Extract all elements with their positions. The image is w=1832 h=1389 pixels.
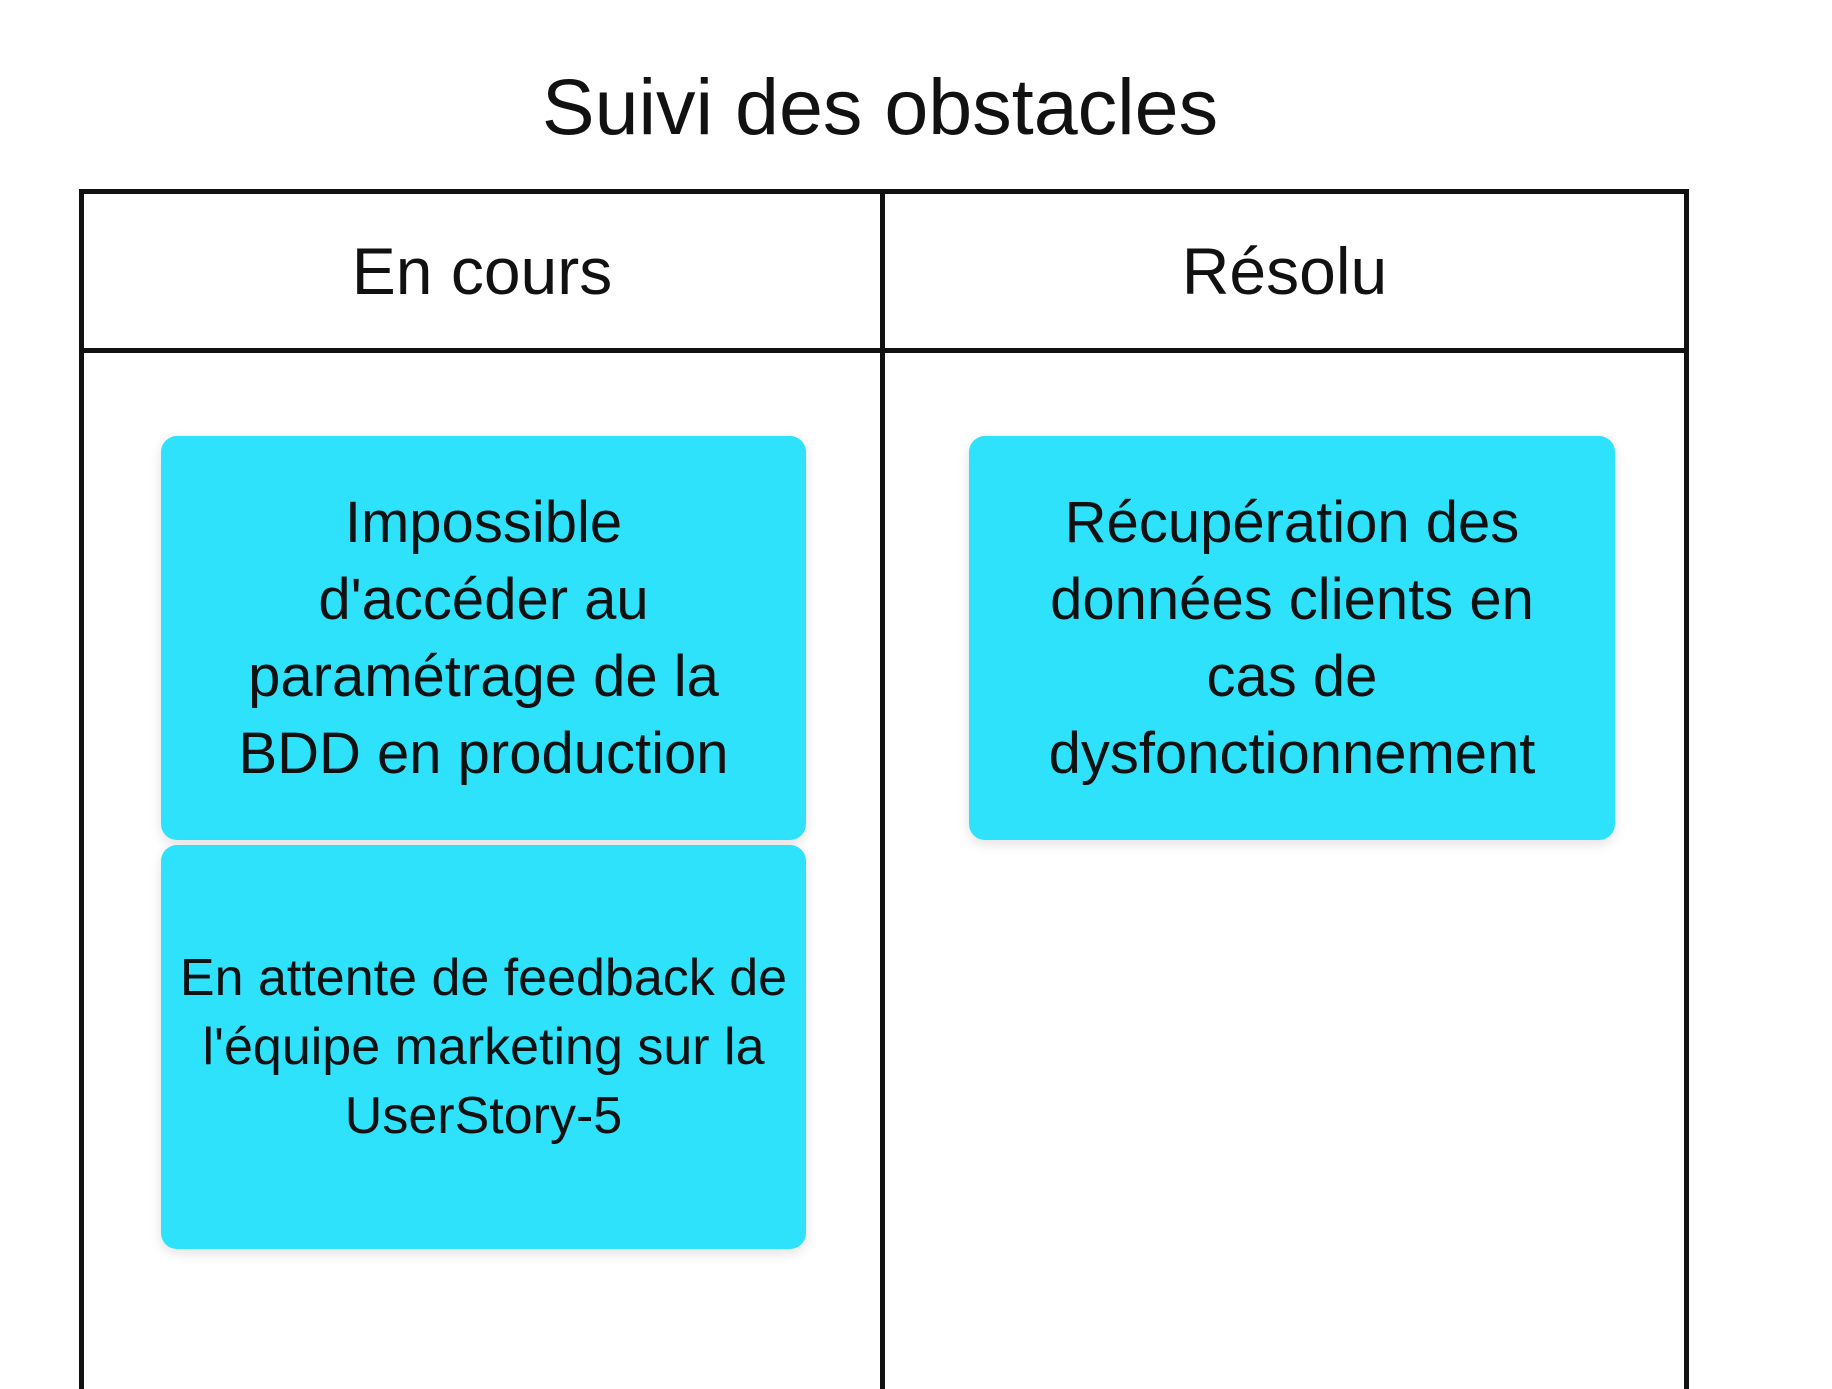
obstacle-card-data-recovery[interactable]: Récupération des données clients en cas … [969, 436, 1615, 840]
card-text: Récupération des données clients en cas … [1048, 490, 1536, 786]
column-header-resolu: Résolu [1181, 234, 1388, 308]
column-divider [880, 189, 885, 1389]
obstacle-card-bdd-access[interactable]: Impossible d'accéder au paramétrage de l… [161, 436, 806, 840]
page-title: Suivi des obstacles [541, 62, 1219, 151]
board-right-border [1684, 189, 1689, 1389]
board-left-border [79, 189, 84, 1389]
obstacle-card-marketing-feedback[interactable]: En attente de feedback de l'équipe marke… [161, 845, 806, 1249]
card-text: Impossible d'accéder au paramétrage de l… [238, 490, 729, 786]
card-text: En attente de feedback de l'équipe marke… [179, 948, 788, 1145]
column-header-en-cours: En cours [351, 234, 613, 308]
